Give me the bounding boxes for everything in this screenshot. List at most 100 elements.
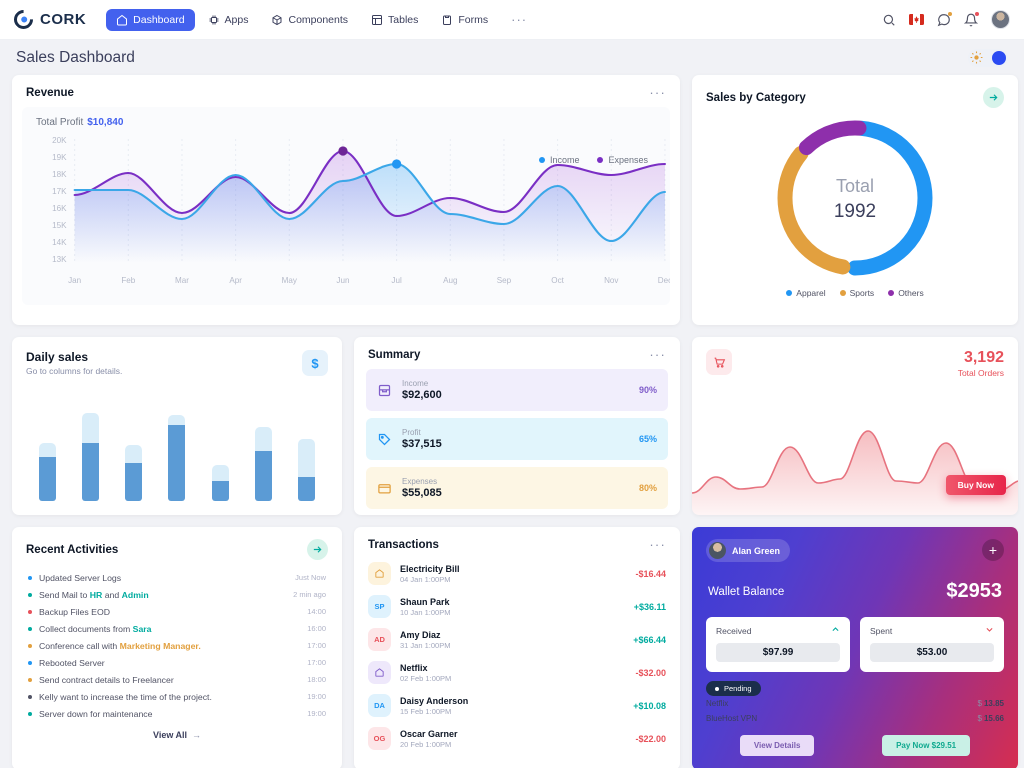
total-profit-label: Total Profit	[36, 117, 84, 128]
recent-activities-arrow-button[interactable]	[307, 539, 328, 560]
bar-column[interactable]	[82, 413, 100, 501]
pay-now-button[interactable]: Pay Now $29.51	[882, 735, 971, 756]
summary-menu-button[interactable]: ···	[649, 348, 666, 361]
wallet-add-button[interactable]: +	[982, 539, 1004, 561]
svg-text:20K: 20K	[52, 137, 67, 145]
nav-item-components[interactable]: Components	[261, 9, 358, 31]
bell-icon[interactable]	[964, 11, 979, 27]
wallet-user-chip[interactable]: Alan Green	[706, 539, 791, 562]
donut-legend-apparel[interactable]: Apparel	[786, 288, 826, 298]
summary-pct-income: 90%	[638, 385, 657, 395]
donut-legend-sports[interactable]: Sports	[839, 288, 874, 298]
page-title: Sales Dashboard	[16, 48, 135, 66]
nav-item-dashboard[interactable]: Dashboard	[106, 8, 195, 31]
activity-item[interactable]: Kelly want to increase the time of the p…	[12, 688, 342, 705]
transaction-initials: SP	[368, 595, 391, 618]
svg-text:17K: 17K	[52, 187, 67, 196]
svg-text:Jan: Jan	[68, 276, 81, 285]
view-all-button[interactable]: View All →	[12, 722, 342, 740]
message-icon[interactable]	[937, 11, 952, 27]
transaction-row[interactable]: AD Amy Diaz 31 Jan 1:00PM +$66.44	[354, 623, 680, 656]
dollar-icon[interactable]: $	[302, 350, 328, 376]
search-icon[interactable]	[882, 13, 896, 27]
bar-column[interactable]	[39, 443, 57, 501]
summary-pct-profit: 65%	[638, 434, 657, 444]
activity-time: 16:00	[307, 624, 326, 633]
activity-item[interactable]: Collect documents from Sara 16:00	[12, 620, 342, 637]
transaction-row[interactable]: OG Oscar Garner 20 Feb 1:00PM -$22.00	[354, 722, 680, 755]
bar-column[interactable]	[125, 445, 143, 501]
revenue-title: Revenue	[26, 87, 74, 99]
brand-logo[interactable]: CORK	[10, 6, 87, 33]
total-orders-card: 3,192 Total Orders Buy Now	[692, 337, 1018, 515]
total-orders-label: Total Orders	[957, 368, 1004, 378]
view-details-button[interactable]: View Details	[739, 735, 815, 756]
pending-dot-icon	[715, 686, 719, 691]
donut-chart: Total 1992	[692, 108, 1018, 288]
status-badge: Pending	[706, 681, 761, 696]
pending-item-name: BlueHost VPN	[706, 714, 758, 723]
bar-column[interactable]	[211, 465, 229, 501]
svg-text:Oct: Oct	[551, 276, 564, 285]
chevron-down-icon	[985, 625, 994, 636]
bar-column[interactable]	[168, 415, 186, 501]
transactions-card: Transactions ··· Electricity Bill 04 Jan …	[354, 527, 680, 768]
summary-pct-expenses: 80%	[638, 483, 657, 493]
nav-item-tables[interactable]: Tables	[361, 9, 428, 31]
activity-item[interactable]: Conference call with Marketing Manager. 1…	[12, 637, 342, 654]
summary-row-profit[interactable]: Profit $37,515 65%	[366, 418, 668, 460]
nav-item-apps[interactable]: Apps	[198, 9, 259, 31]
transaction-row[interactable]: SP Shaun Park 10 Jan 1:00PM +$36.11	[354, 590, 680, 623]
transaction-row[interactable]: Electricity Bill 04 Jan 1:00PM -$16.44	[354, 557, 680, 590]
forms-icon	[441, 14, 453, 26]
avatar[interactable]	[991, 10, 1010, 29]
wallet-received-card[interactable]: Received $97.99	[706, 617, 850, 672]
wallet-spent-label: Spent	[870, 625, 893, 636]
donut-legend-others[interactable]: Others	[888, 288, 924, 298]
theme-toggle[interactable]	[968, 48, 1008, 67]
transactions-menu-button[interactable]: ···	[649, 538, 666, 551]
nav-more-button[interactable]: ···	[501, 10, 537, 30]
flag-canada-icon[interactable]	[909, 14, 924, 25]
activity-item[interactable]: Send contract details to Freelancer 18:00	[12, 671, 342, 688]
sales-category-title: Sales by Category	[706, 91, 806, 104]
activity-item[interactable]: Rebooted Server 17:00	[12, 654, 342, 671]
summary-row-expenses[interactable]: Expenses $55,085 80%	[366, 467, 668, 509]
transaction-date: 31 Jan 1:00PM	[400, 640, 451, 650]
svg-text:Apr: Apr	[229, 276, 242, 285]
activity-time: 19:00	[307, 709, 326, 718]
brand-name: CORK	[40, 11, 87, 28]
wallet-received-value: $97.99	[716, 643, 840, 662]
nav-item-forms[interactable]: Forms	[431, 9, 498, 31]
transaction-name: Daisy Anderson	[400, 695, 469, 706]
revenue-chart-area: Total Profit $10,840 Income Expenses 20K…	[22, 107, 670, 305]
activity-item[interactable]: Updated Server Logs Just Now	[12, 569, 342, 586]
summary-row-income[interactable]: Income $92,600 90%	[366, 369, 668, 411]
transaction-initials: AD	[368, 628, 391, 651]
page-header: Sales Dashboard	[0, 40, 1024, 75]
transaction-row[interactable]: DA Daisy Anderson 15 Feb 1:00PM +$10.08	[354, 689, 680, 722]
bar-column[interactable]	[254, 427, 272, 501]
activity-item[interactable]: Server down for maintenance 19:00	[12, 705, 342, 722]
wallet-user-name: Alan Green	[732, 545, 781, 556]
nav-label-apps: Apps	[224, 13, 249, 26]
sales-category-arrow-button[interactable]	[983, 87, 1004, 108]
activity-time: 17:00	[307, 641, 326, 650]
activity-dot-icon	[28, 626, 32, 631]
transaction-row[interactable]: Netflix 02 Feb 1:00PM -$32.00	[354, 656, 680, 689]
buy-now-button[interactable]: Buy Now	[945, 475, 1006, 495]
sales-category-card: Sales by Category Total 1992 Apparel Spo…	[692, 75, 1018, 325]
card-icon	[377, 481, 392, 496]
activity-item[interactable]: Send Mail to HR and Admin 2 min ago	[12, 586, 342, 603]
activity-item[interactable]: Backup Files EOD 14:00	[12, 603, 342, 620]
activity-text: Updated Server Logs	[39, 572, 122, 583]
svg-text:Jul: Jul	[391, 276, 402, 285]
cart-icon[interactable]	[706, 349, 732, 375]
bar-column[interactable]	[297, 439, 315, 501]
revenue-menu-button[interactable]: ···	[649, 86, 666, 99]
wallet-spent-card[interactable]: Spent $53.00	[860, 617, 1004, 672]
activity-dot-icon	[28, 694, 32, 699]
recent-activities-title: Recent Activities	[26, 543, 119, 556]
nav-label-dashboard: Dashboard	[133, 13, 185, 26]
pending-items-list: Netflix $13.85 BlueHost VPN $15.66	[692, 696, 1018, 726]
